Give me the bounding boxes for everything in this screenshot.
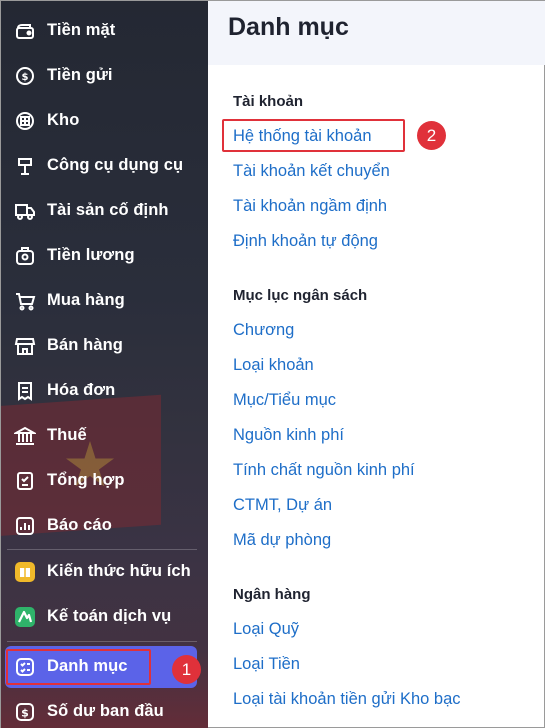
sidebar-item-label: Số dư ban đầu (47, 702, 164, 720)
svg-text:$: $ (21, 72, 28, 83)
sidebar-item-label: Tài sản cố định (47, 201, 169, 219)
page-header: Danh mục (208, 1, 545, 65)
warehouse-icon (14, 110, 36, 132)
svg-text:$: $ (21, 707, 29, 720)
sidebar-item-label: Kế toán dịch vụ (47, 607, 172, 625)
cart-icon (14, 290, 36, 312)
link-ctmt-du-an[interactable]: CTMT, Dự án (233, 496, 332, 515)
link-loai-tai-khoan-tien-gui-kho-bac[interactable]: Loại tài khoản tiền gửi Kho bạc (233, 690, 461, 709)
link-loai-quy[interactable]: Loại Quỹ (233, 620, 299, 639)
sidebar-item-label: Công cụ dụng cụ (47, 156, 184, 174)
sidebar-item-label: Bán hàng (47, 336, 123, 354)
book-icon (14, 561, 36, 583)
sidebar-item-mua-hang[interactable]: Mua hàng (1, 281, 208, 321)
sidebar-item-label: Tiền lương (47, 246, 135, 264)
sidebar-item-thue[interactable]: Thuế (1, 416, 208, 456)
sidebar-item-kien-thuc-huu-ich[interactable]: Kiến thức hữu ích (1, 552, 208, 592)
section-title-ngan-hang: Ngân hàng (233, 586, 311, 603)
sidebar-item-tien-luong[interactable]: Tiền lương (1, 236, 208, 276)
sidebar-item-label: Tiền mặt (47, 21, 116, 39)
sidebar-item-label: Thuế (47, 426, 87, 444)
bank-icon (14, 425, 36, 447)
service-icon (14, 606, 36, 628)
sidebar-item-bao-cao[interactable]: Báo cáo (1, 506, 208, 546)
tools-icon (14, 155, 36, 177)
section-title-muc-luc-ngan-sach: Mục lục ngân sách (233, 287, 368, 304)
salary-icon (14, 245, 36, 267)
link-chuong[interactable]: Chương (233, 321, 294, 340)
truck-icon (14, 200, 36, 222)
invoice-icon (14, 380, 36, 402)
sidebar-item-tong-hop[interactable]: Tổng hợp (1, 461, 208, 501)
link-muc-tieu-muc[interactable]: Mục/Tiểu mục (233, 391, 336, 410)
link-dinh-khoan-tu-dong[interactable]: Định khoản tự động (233, 232, 378, 251)
step-badge-2: 2 (417, 121, 446, 150)
cash-icon (14, 20, 36, 42)
deposit-icon: $ (14, 65, 36, 87)
link-nguon-kinh-phi[interactable]: Nguồn kinh phí (233, 426, 344, 445)
section-title-tai-khoan: Tài khoản (233, 93, 304, 110)
step-badge-1: 1 (172, 655, 201, 684)
sidebar-item-label: Hóa đơn (47, 381, 116, 399)
sidebar-divider (7, 641, 197, 642)
sidebar-divider (7, 549, 197, 550)
sidebar-item-label: Mua hàng (47, 291, 125, 309)
sidebar-item-ban-hang[interactable]: Bán hàng (1, 326, 208, 366)
sidebar-item-cong-cu-dung-cu[interactable]: Công cụ dụng cụ (1, 146, 208, 186)
sidebar-item-label: Tiền gửi (47, 66, 113, 84)
link-loai-khoan[interactable]: Loại khoản (233, 356, 314, 375)
highlight-box-he-thong-tai-khoan (222, 119, 405, 152)
sidebar-item-so-du-ban-dau[interactable]: $ Số dư ban đầu (1, 692, 208, 728)
sidebar-item-label: Kiến thức hữu ích (47, 562, 191, 580)
link-ma-du-phong[interactable]: Mã dự phòng (233, 531, 331, 550)
link-tai-khoan-ngam-dinh[interactable]: Tài khoản ngầm định (233, 197, 387, 216)
sidebar-item-kho[interactable]: Kho (1, 101, 208, 141)
sidebar-item-hoa-don[interactable]: Hóa đơn (1, 371, 208, 411)
balance-icon: $ (14, 701, 36, 723)
sidebar-item-label: Tổng hợp (47, 471, 125, 489)
store-icon (14, 335, 36, 357)
sidebar-item-ke-toan-dich-vu[interactable]: Kế toán dịch vụ (1, 597, 208, 637)
link-tinh-chat-nguon-kinh-phi[interactable]: Tính chất nguồn kinh phí (233, 461, 415, 480)
sidebar-item-label: Kho (47, 111, 80, 129)
sidebar: Tiền mặt $ Tiền gửi Kho Công cụ dụng cụ … (1, 1, 208, 728)
sidebar-item-tien-mat[interactable]: Tiền mặt (1, 11, 208, 51)
highlight-box-danh-muc (6, 649, 151, 685)
sidebar-item-label: Báo cáo (47, 516, 112, 534)
summary-icon (14, 470, 36, 492)
report-icon (14, 515, 36, 537)
link-tai-khoan-ket-chuyen[interactable]: Tài khoản kết chuyển (233, 162, 390, 181)
link-loai-tien[interactable]: Loại Tiền (233, 655, 300, 674)
page-title: Danh mục (228, 13, 349, 41)
sidebar-item-tai-san-co-dinh[interactable]: Tài sản cố định (1, 191, 208, 231)
sidebar-item-tien-gui[interactable]: $ Tiền gửi (1, 56, 208, 96)
